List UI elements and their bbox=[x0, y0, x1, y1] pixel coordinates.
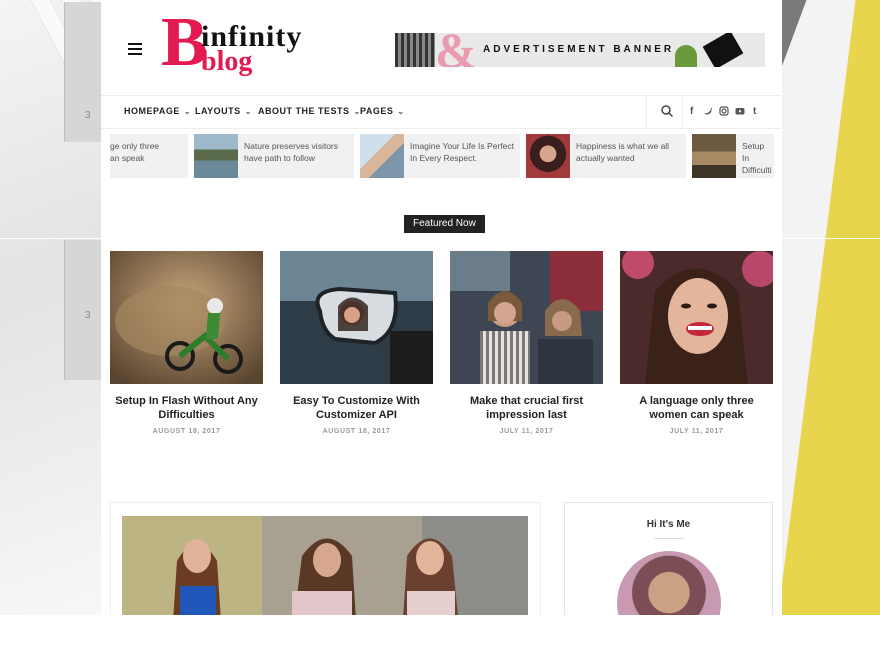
twitter-icon[interactable] bbox=[703, 106, 713, 116]
background-desk-left: 3 3 bbox=[0, 0, 423, 615]
ticker-item[interactable]: Happiness is what we all actually wanted bbox=[526, 134, 686, 178]
about-me-widget: Hi It's Me bbox=[564, 502, 773, 615]
post-image-mirror bbox=[280, 251, 433, 384]
post-title[interactable]: A language only three women can speak bbox=[620, 394, 773, 422]
post-image-two-women bbox=[450, 251, 603, 384]
ticker-item[interactable]: Imagine Your Life Is Perfect In Every Re… bbox=[360, 134, 520, 178]
ad-banner-text: ADVERTISEMENT BANNER bbox=[483, 44, 675, 55]
post-image-motocross bbox=[110, 251, 263, 384]
main-column: B infinity blog & ADVERTISEMENT BANNER H… bbox=[101, 0, 782, 615]
plant-graphic bbox=[675, 45, 697, 67]
chevron-down-icon: ⌄ bbox=[397, 107, 405, 116]
main-post-card[interactable] bbox=[110, 502, 541, 615]
post-image-smiling-woman bbox=[620, 251, 773, 384]
ticker-item[interactable]: Setup In Difficulti bbox=[692, 134, 774, 178]
featured-post-card[interactable]: Setup In Flash Without Any Difficulties … bbox=[110, 251, 263, 435]
nav-item-homepage[interactable]: HOMEPAGE ⌄ bbox=[124, 106, 191, 116]
featured-post-card[interactable]: A language only three women can speak JU… bbox=[620, 251, 773, 435]
post-date: AUGUST 18, 2017 bbox=[322, 428, 391, 435]
featured-post-card[interactable]: Make that crucial first impression last … bbox=[450, 251, 603, 435]
chevron-down-icon: ⌄ bbox=[244, 107, 252, 116]
keyboard-graphic bbox=[395, 33, 435, 67]
post-date: JULY 11, 2017 bbox=[669, 428, 724, 435]
post-image-three-women bbox=[122, 516, 528, 615]
news-ticker: ge only three an speak Nature preserves … bbox=[110, 134, 782, 178]
background-desk-right bbox=[782, 0, 880, 615]
post-title[interactable]: Setup In Flash Without Any Difficulties bbox=[110, 394, 263, 422]
chevron-down-icon: ⌄ bbox=[183, 107, 192, 116]
ticker-thumbnail bbox=[360, 134, 404, 178]
ticker-thumbnail bbox=[692, 134, 736, 178]
avatar[interactable] bbox=[617, 551, 721, 615]
tumblr-icon[interactable]: t bbox=[753, 106, 756, 117]
post-title[interactable]: Easy To Customize With Customizer API bbox=[280, 394, 433, 422]
featured-post-card[interactable]: Easy To Customize With Customizer API AU… bbox=[280, 251, 433, 435]
youtube-icon[interactable] bbox=[735, 106, 745, 116]
post-date: AUGUST 18, 2017 bbox=[152, 428, 221, 435]
menu-icon[interactable] bbox=[128, 43, 142, 55]
advertisement-banner[interactable]: & ADVERTISEMENT BANNER bbox=[395, 33, 765, 67]
notebook-graphic bbox=[702, 33, 744, 67]
widget-divider bbox=[654, 538, 684, 539]
nav-item-about-the-tests[interactable]: ABOUT THE TESTS ⌄ bbox=[258, 106, 361, 116]
nav-item-pages[interactable]: PAGES ⌄ bbox=[360, 106, 405, 116]
featured-now-label: Featured Now bbox=[404, 215, 485, 233]
nav-item-layouts[interactable]: LAYOUTS ⌄ bbox=[195, 106, 252, 116]
ticker-thumbnail bbox=[194, 134, 238, 178]
post-date: JULY 11, 2017 bbox=[499, 428, 554, 435]
search-icon[interactable] bbox=[660, 104, 674, 118]
ticker-thumbnail bbox=[526, 134, 570, 178]
post-title[interactable]: Make that crucial first impression last bbox=[450, 394, 603, 422]
ticker-item[interactable]: Nature preserves visitors have path to f… bbox=[194, 134, 354, 178]
ad-ampersand-mark: & bbox=[435, 33, 477, 67]
logo-word-blog: blog bbox=[201, 46, 253, 77]
widget-title: Hi It's Me bbox=[646, 519, 691, 530]
instagram-icon[interactable] bbox=[719, 106, 729, 116]
main-navigation: HOMEPAGE ⌄ LAYOUTS ⌄ ABOUT THE TESTS ⌄ PAGE… bbox=[101, 95, 782, 129]
ticker-item[interactable]: ge only three an speak bbox=[110, 134, 188, 178]
facebook-icon[interactable]: f bbox=[690, 106, 693, 117]
